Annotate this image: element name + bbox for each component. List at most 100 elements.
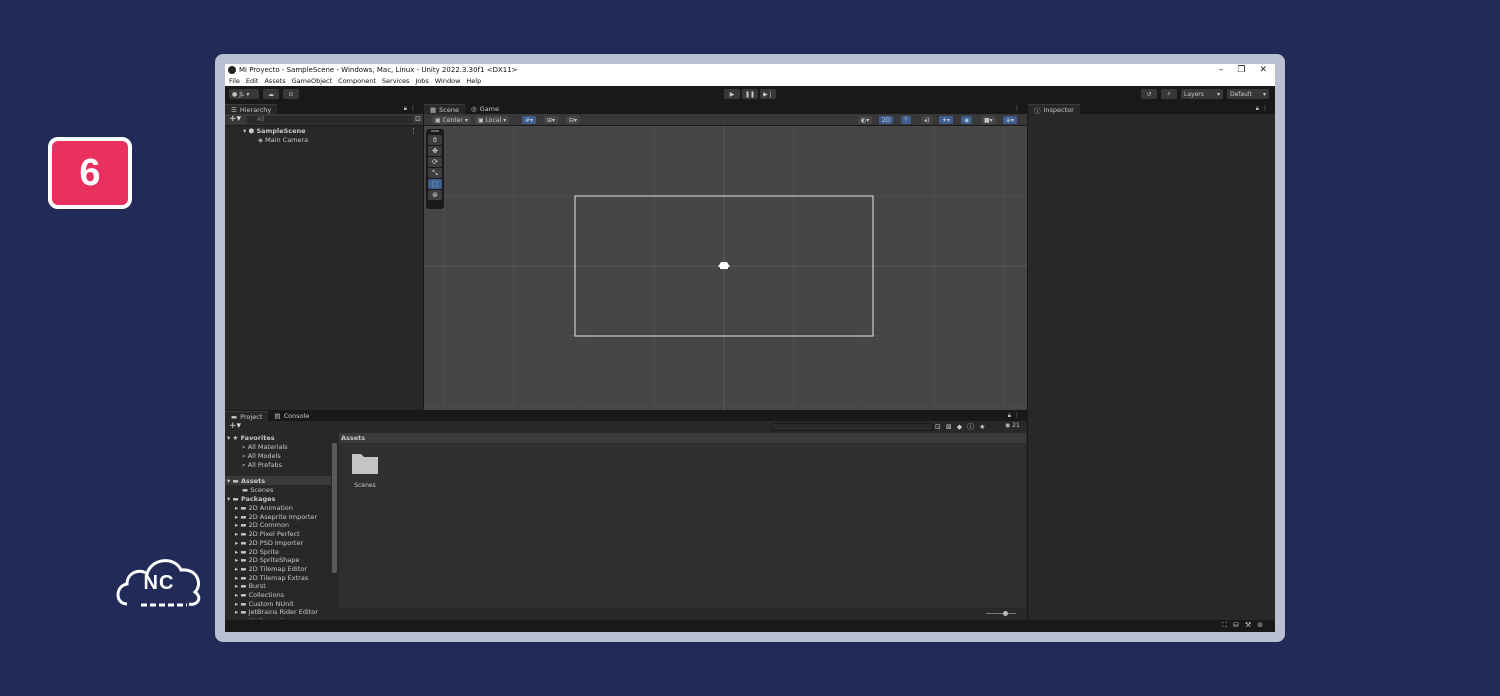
package-item[interactable]: ▸ ▬ Mathematics (235, 617, 290, 619)
camera-settings-button[interactable]: ■▾ (981, 116, 996, 124)
search-filter-icon[interactable]: ⊡ (415, 115, 421, 123)
package-item[interactable]: ▸ ▬ Burst (235, 582, 266, 590)
restore-button[interactable]: ❐ (1237, 65, 1245, 75)
layout-dropdown[interactable]: Default ▾ (1227, 89, 1269, 99)
folder-icon: ▬ (240, 547, 249, 556)
menu-services[interactable]: Services (382, 77, 409, 85)
grid-snap-button[interactable]: #▾ (522, 116, 537, 124)
packages-header[interactable]: ▾ ▬ Packages (227, 495, 275, 503)
hierarchy-search-input[interactable]: All (247, 116, 413, 124)
collab-icon: ⊙ (288, 90, 294, 98)
undo-history-button[interactable]: ↺ (1141, 89, 1157, 99)
tab-scene[interactable]: ▦ Scene (424, 104, 465, 114)
assets-breadcrumb[interactable]: Assets (339, 433, 1026, 443)
favorites-header[interactable]: ▾ ★ Favorites (227, 434, 275, 442)
panel-menu-icons[interactable]: 🔒︎⋮ (404, 105, 419, 113)
package-item[interactable]: ▸ ▬ 2D Sprite (235, 548, 279, 556)
menu-gameobject[interactable]: GameObject (292, 77, 333, 85)
step-button[interactable]: ▶❘ (760, 89, 776, 99)
snap-settings-button[interactable]: ⊟▾ (566, 116, 581, 124)
tab-project[interactable]: ▬ Project (225, 411, 269, 421)
pause-button[interactable]: ❚❚ (742, 89, 758, 99)
tab-hierarchy[interactable]: ☰ Hierarchy (225, 104, 278, 114)
layers-dropdown[interactable]: Layers ▾ (1181, 89, 1223, 99)
audio-toggle[interactable]: ◂) (921, 116, 933, 124)
snap-increment-button[interactable]: ⊞▾ (544, 116, 559, 124)
rotate-tool[interactable]: ⟳ (428, 157, 442, 167)
effects-button[interactable]: ✦▾ (939, 116, 954, 124)
project-search-input[interactable] (771, 423, 933, 431)
pivot-center-dropdown[interactable]: ▣ Center ▾ (432, 116, 471, 124)
scale-tool[interactable]: ⤡ (428, 168, 442, 178)
move-tool[interactable]: ✥ (428, 146, 442, 156)
cloud-button[interactable]: ☁ (263, 89, 279, 99)
folder-item-scenes[interactable]: ▬ Scenes (242, 486, 273, 494)
asset-folder-scenes[interactable]: Scenes (351, 451, 379, 489)
favorite-item[interactable]: ⌕ All Models (242, 452, 281, 461)
package-item[interactable]: ▸ ▬ JetBrains Rider Editor (235, 608, 318, 616)
close-button[interactable]: ✕ (1259, 65, 1267, 75)
palette-handle[interactable] (431, 130, 439, 132)
unity-scene-icon: ⬢ (248, 127, 255, 135)
minimize-button[interactable]: – (1219, 65, 1224, 75)
info-icon: ⓘ (1034, 106, 1041, 115)
package-item[interactable]: ▸ ▬ Custom NUnit (235, 600, 294, 608)
scene-row[interactable]: ▾ ⬢ SampleScene (243, 127, 306, 135)
gizmos-button[interactable]: ⊕▾ (1003, 116, 1018, 124)
package-item[interactable]: ▸ ▬ 2D Animation (235, 504, 293, 512)
panel-menu-icons[interactable]: 🔒︎⋮ (1256, 105, 1271, 113)
favorite-item[interactable]: ⌕ All Prefabs (242, 461, 282, 470)
account-button[interactable]: ● JL ▾ (229, 89, 259, 99)
package-item[interactable]: ▸ ▬ 2D SpriteShape (235, 556, 299, 564)
search-icon: ⌕ (1167, 90, 1171, 97)
space-local-dropdown[interactable]: ▣ Local ▾ (475, 116, 510, 124)
package-item[interactable]: ▸ ▬ 2D Pixel Perfect (235, 530, 300, 538)
favorite-item[interactable]: ⌕ All Materials (242, 443, 288, 452)
hand-icon: ✋︎ (433, 135, 437, 144)
panel-menu-icons[interactable]: 🔒︎⋮ (1008, 412, 1023, 420)
menu-edit[interactable]: Edit (246, 77, 259, 85)
package-item[interactable]: ▸ ▬ 2D Common (235, 521, 289, 529)
package-item[interactable]: ▸ ▬ Collections (235, 591, 284, 599)
hidden-packages-toggle[interactable]: ◉ 21 (1005, 422, 1020, 429)
package-item[interactable]: ▸ ▬ 2D PSD Importer (235, 539, 303, 547)
tab-console[interactable]: ▤ Console (268, 411, 316, 421)
favorite-label: All Materials (247, 443, 288, 451)
package-item[interactable]: ▸ ▬ 2D Tilemap Extras (235, 574, 308, 582)
cloud-icon: ☁ (268, 90, 274, 98)
account-icon: ● (232, 90, 238, 98)
scene-visibility-toggle[interactable]: ◉ (961, 116, 973, 124)
filter-icons[interactable]: ⊡⊠◆ⓘ★ (935, 422, 990, 432)
status-icons[interactable]: ⛶⛁⚒⊘ (1222, 621, 1269, 630)
draw-mode-button[interactable]: ◐▾ (858, 116, 873, 124)
menu-assets[interactable]: Assets (264, 77, 285, 85)
mode-2d-toggle[interactable]: 2D (879, 116, 894, 124)
menu-file[interactable]: File (229, 77, 240, 85)
create-button[interactable]: +▾ (229, 421, 241, 431)
menu-window[interactable]: Window (435, 77, 461, 85)
menu-help[interactable]: Help (466, 77, 481, 85)
hierarchy-item-main-camera[interactable]: ◈ Main Camera (258, 136, 308, 144)
tab-game[interactable]: ◎ Game (464, 104, 506, 114)
transform-tool[interactable]: ⊛ (428, 190, 442, 200)
slider-thumb[interactable] (1003, 611, 1008, 616)
add-button[interactable]: +▾ (229, 114, 241, 124)
rect-tool[interactable]: ⬚ (428, 179, 442, 189)
search-button[interactable]: ⌕ (1161, 89, 1177, 99)
package-item[interactable]: ▸ ▬ 2D Tilemap Editor (235, 565, 307, 573)
hand-tool[interactable]: ✋︎ (428, 135, 442, 145)
panel-menu-icon[interactable]: ⋮ (1014, 105, 1023, 112)
menu-component[interactable]: Component (338, 77, 376, 85)
assets-header[interactable]: ▾ ▬ Assets (227, 477, 265, 485)
collab-button[interactable]: ⊙ (283, 89, 299, 99)
menu-jobs[interactable]: Jobs (415, 77, 428, 85)
package-item[interactable]: ▸ ▬ 2D Aseprite Importer (235, 513, 317, 521)
scene-viewport[interactable]: ✋︎ ✥ ⟳ ⤡ ⬚ ⊛ (424, 126, 1027, 410)
folder-tree-scrollbar[interactable] (332, 443, 337, 573)
tab-inspector[interactable]: ⓘ Inspector (1028, 104, 1080, 115)
play-button[interactable]: ▶ (724, 89, 740, 99)
lighting-toggle[interactable]: 💡︎ (901, 116, 912, 124)
package-label: 2D Pixel Perfect (248, 530, 300, 539)
icon-size-slider[interactable] (986, 613, 1016, 614)
scene-menu-icon[interactable]: ⋮ (410, 127, 417, 135)
